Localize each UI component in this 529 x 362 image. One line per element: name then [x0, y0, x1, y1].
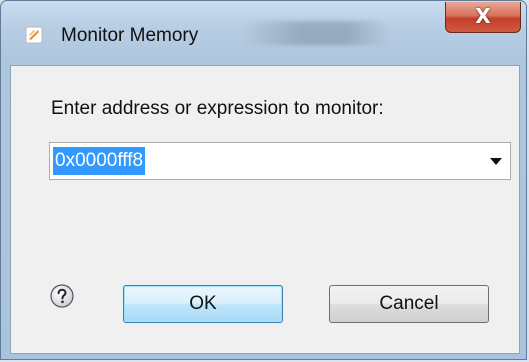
expression-input-value[interactable]: 0x0000fff8 — [53, 147, 146, 175]
cancel-button[interactable]: Cancel — [329, 285, 489, 323]
monitor-memory-dialog: Monitor Memory X Enter address or expres… — [0, 0, 527, 360]
background-blur — [241, 21, 391, 45]
help-icon[interactable] — [50, 284, 74, 308]
ok-button[interactable]: OK — [123, 285, 283, 323]
expression-combo-box[interactable]: 0x0000fff8 — [49, 142, 511, 180]
close-icon: X — [475, 4, 491, 28]
dialog-body: Enter address or expression to monitor: … — [10, 65, 520, 354]
close-button[interactable]: X — [445, 2, 521, 33]
expression-prompt-label: Enter address or expression to monitor: — [51, 98, 384, 119]
eclipse-app-icon — [25, 26, 43, 44]
title-bar[interactable]: Monitor Memory X — [1, 1, 526, 65]
chevron-down-icon[interactable] — [490, 158, 502, 165]
window-title: Monitor Memory — [61, 25, 199, 46]
